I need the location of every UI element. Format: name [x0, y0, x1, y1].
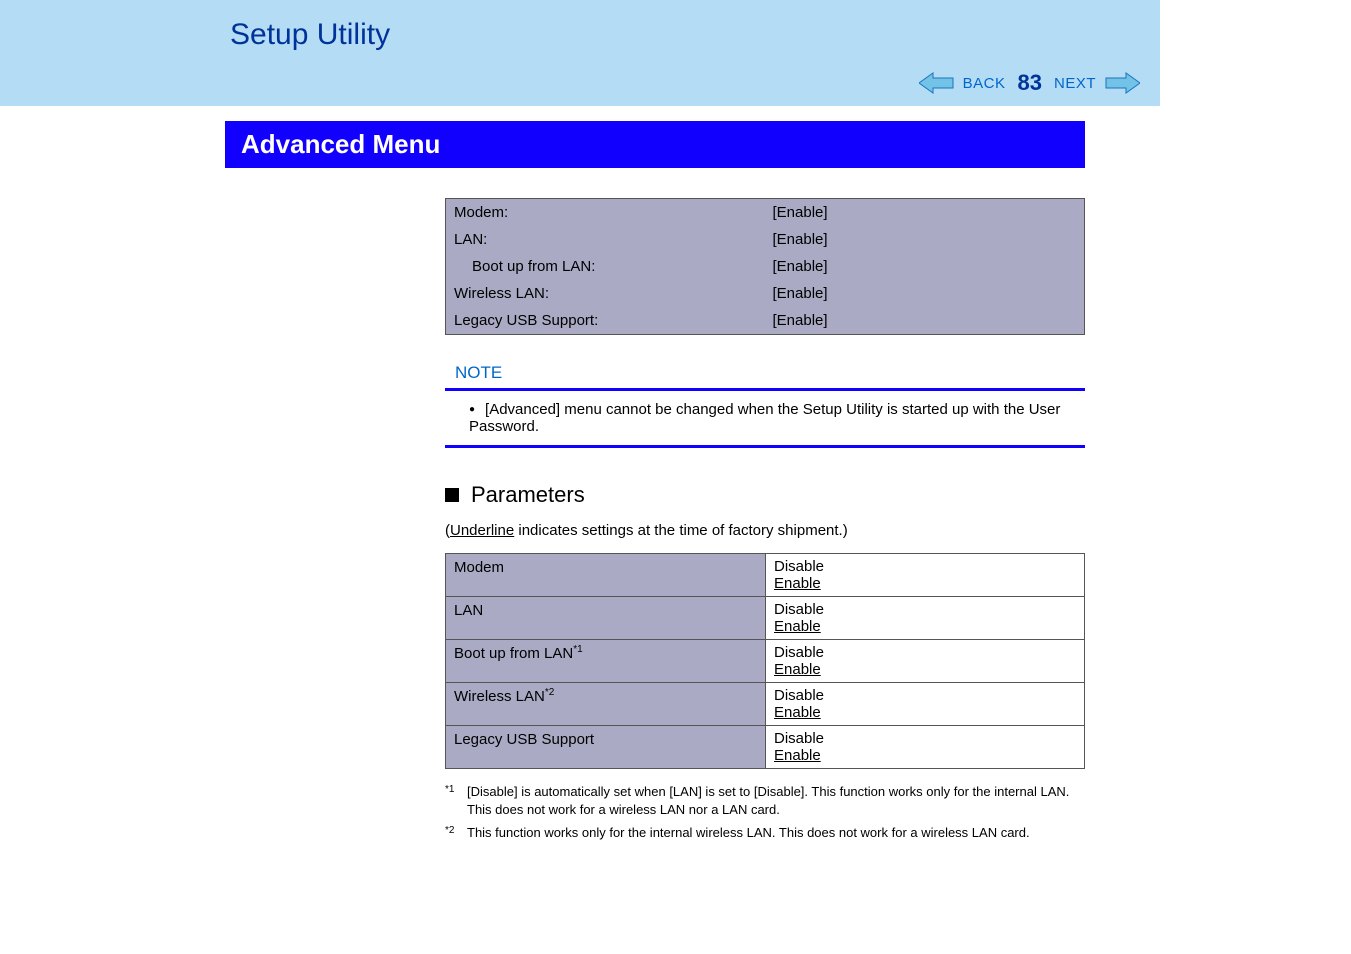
footnote: *2 This function works only for the inte…: [445, 824, 1085, 842]
setting-value: [Enable]: [765, 307, 1085, 335]
next-link[interactable]: NEXT: [1054, 75, 1096, 92]
table-row: Boot up from LAN*1 DisableEnable: [446, 640, 1085, 683]
param-values: DisableEnable: [766, 554, 1085, 597]
setting-label: Modem:: [446, 199, 765, 227]
table-row: Modem:[Enable]: [446, 199, 1085, 227]
footnote: *1 [Disable] is automatically set when […: [445, 783, 1085, 818]
parameters-heading-row: Parameters: [445, 482, 1085, 508]
parameters-table: Modem DisableEnable LAN DisableEnable Bo…: [445, 553, 1085, 769]
table-row: Wireless LAN:[Enable]: [446, 280, 1085, 307]
table-row: LAN DisableEnable: [446, 597, 1085, 640]
content-area: Modem:[Enable] LAN:[Enable] Boot up from…: [445, 168, 1085, 842]
footnote-text: This function works only for the interna…: [467, 824, 1030, 842]
param-values: DisableEnable: [766, 597, 1085, 640]
setting-value: [Enable]: [765, 199, 1085, 227]
section-title: Advanced Menu: [225, 121, 1085, 168]
header-band: Setup Utility BACK 83 NEXT: [0, 0, 1160, 106]
note-label: NOTE: [455, 363, 1085, 383]
table-row: Legacy USB Support:[Enable]: [446, 307, 1085, 335]
note-text: [Advanced] menu cannot be changed when t…: [469, 401, 1075, 435]
param-values: DisableEnable: [766, 683, 1085, 726]
setting-value: [Enable]: [765, 253, 1085, 280]
back-link[interactable]: BACK: [963, 75, 1006, 92]
param-values: DisableEnable: [766, 726, 1085, 769]
footnotes: *1 [Disable] is automatically set when […: [445, 783, 1085, 842]
param-values: DisableEnable: [766, 640, 1085, 683]
param-name: Wireless LAN*2: [446, 683, 766, 726]
setting-value: [Enable]: [765, 280, 1085, 307]
factory-note: (Underline indicates settings at the tim…: [445, 522, 1085, 539]
nav-row: BACK 83 NEXT: [0, 52, 1160, 106]
note-box: [Advanced] menu cannot be changed when t…: [445, 388, 1085, 448]
parameters-heading: Parameters: [471, 482, 585, 508]
footnote-mark: *1: [445, 783, 459, 818]
param-name: LAN: [446, 597, 766, 640]
page-title: Setup Utility: [0, 18, 1160, 52]
param-name: Modem: [446, 554, 766, 597]
setting-value: [Enable]: [765, 226, 1085, 253]
table-row: LAN:[Enable]: [446, 226, 1085, 253]
settings-table: Modem:[Enable] LAN:[Enable] Boot up from…: [445, 198, 1085, 335]
next-arrow-icon[interactable]: [1104, 72, 1140, 94]
param-name: Boot up from LAN*1: [446, 640, 766, 683]
setting-label: LAN:: [446, 226, 765, 253]
table-row: Modem DisableEnable: [446, 554, 1085, 597]
setting-label: Legacy USB Support:: [446, 307, 765, 335]
footnote-text: [Disable] is automatically set when [LAN…: [467, 783, 1085, 818]
page-number: 83: [1018, 70, 1042, 96]
back-arrow-icon[interactable]: [919, 72, 955, 94]
table-row: Boot up from LAN:[Enable]: [446, 253, 1085, 280]
table-row: Wireless LAN*2 DisableEnable: [446, 683, 1085, 726]
setting-label: Wireless LAN:: [446, 280, 765, 307]
table-row: Legacy USB Support DisableEnable: [446, 726, 1085, 769]
param-name: Legacy USB Support: [446, 726, 766, 769]
footnote-mark: *2: [445, 824, 459, 842]
setting-label: Boot up from LAN:: [446, 253, 765, 280]
square-bullet-icon: [445, 488, 459, 502]
